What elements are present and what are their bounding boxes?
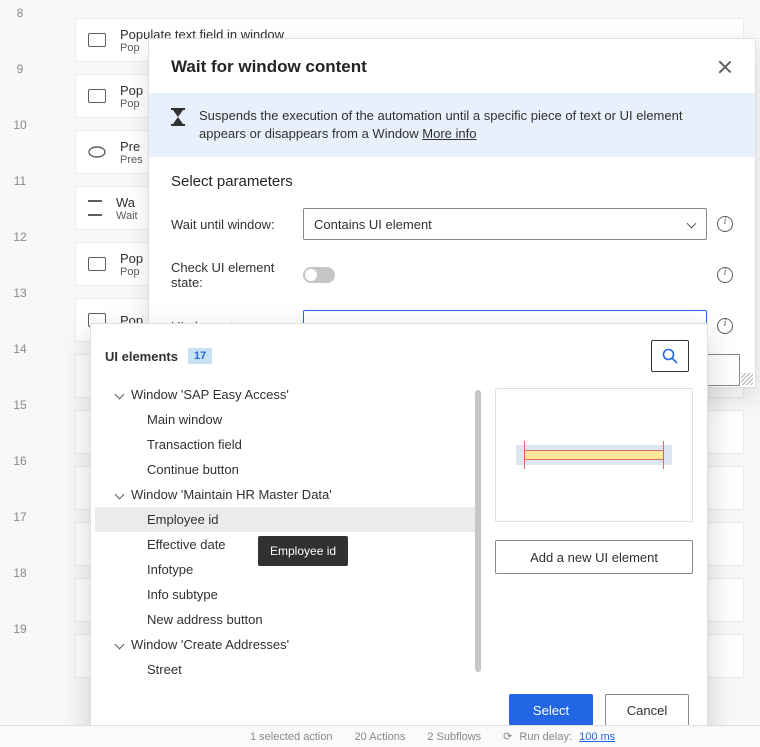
- line-number: 15: [0, 398, 40, 412]
- ui-element-tree[interactable]: Window 'SAP Easy Access' Main window Tra…: [95, 382, 481, 680]
- line-number: 16: [0, 454, 40, 468]
- action-title: Pop: [120, 251, 143, 266]
- tree-item[interactable]: Main window: [95, 407, 481, 432]
- line-number: 13: [0, 286, 40, 300]
- line-number: 12: [0, 230, 40, 244]
- window-icon: [88, 145, 106, 159]
- info-icon[interactable]: [717, 267, 733, 283]
- tree-item-label: Continue button: [147, 462, 239, 477]
- section-title: Select parameters: [171, 173, 733, 190]
- search-icon: [662, 348, 678, 364]
- ui-element-picker: UI elements 17 Window 'SAP Easy Access' …: [90, 323, 708, 741]
- chevron-down-icon: [115, 390, 125, 400]
- wait-until-label: Wait until window:: [171, 217, 303, 232]
- hourglass-icon: [171, 108, 185, 126]
- add-ui-element-button[interactable]: Add a new UI element: [495, 540, 693, 574]
- action-subtitle: Pop: [120, 266, 143, 278]
- picker-count-badge: 17: [188, 348, 212, 364]
- line-number-gutter: 8 9 10 11 12 13 14 15 16 17 18 19: [0, 0, 40, 747]
- status-subflows: 2 Subflows: [427, 731, 481, 743]
- chevron-down-icon: [115, 640, 125, 650]
- tree-item-label: Main window: [147, 412, 222, 427]
- check-state-toggle[interactable]: [303, 267, 335, 283]
- tree-item-label: Effective date: [147, 537, 226, 552]
- window-icon: [88, 33, 106, 47]
- chevron-down-icon: [686, 221, 696, 227]
- window-icon: [88, 257, 106, 271]
- wait-until-select[interactable]: Contains UI element: [303, 208, 707, 240]
- ui-element-preview: [495, 388, 693, 522]
- line-number: 9: [0, 62, 40, 76]
- tree-item[interactable]: Continue button: [95, 457, 481, 482]
- line-number: 17: [0, 510, 40, 524]
- tree-item-label: Info subtype: [147, 587, 218, 602]
- tree-item-label: Infotype: [147, 562, 193, 577]
- tree-item[interactable]: Transaction field: [95, 432, 481, 457]
- tree-group-label: Window 'Create Addresses': [131, 637, 289, 652]
- action-title: Pop: [120, 83, 143, 98]
- line-number: 14: [0, 342, 40, 356]
- more-info-link[interactable]: More info: [422, 126, 476, 141]
- status-selected: 1 selected action: [250, 731, 333, 743]
- tree-item-label: Street: [147, 662, 182, 677]
- tree-item-label: Transaction field: [147, 437, 242, 452]
- close-icon[interactable]: [717, 59, 733, 75]
- info-icon[interactable]: [717, 216, 733, 232]
- line-number: 8: [0, 6, 40, 20]
- action-title: Wa: [116, 195, 138, 210]
- dialog-title: Wait for window content: [171, 57, 367, 77]
- tree-group[interactable]: Window 'SAP Easy Access': [95, 382, 481, 407]
- tree-item-employee-id[interactable]: Employee id: [95, 507, 481, 532]
- check-state-label: Check UI element state:: [171, 260, 303, 290]
- line-number: 11: [0, 174, 40, 188]
- status-actions: 20 Actions: [355, 731, 406, 743]
- tree-item-label: Employee id: [147, 512, 219, 527]
- picker-title: UI elements: [105, 349, 178, 364]
- line-number: 10: [0, 118, 40, 132]
- tree-item[interactable]: Info subtype: [95, 582, 481, 607]
- status-bar: 1 selected action 20 Actions 2 Subflows …: [0, 725, 760, 747]
- action-title: Pre: [120, 139, 143, 154]
- info-icon[interactable]: [717, 318, 733, 334]
- tree-group[interactable]: Window 'Create Addresses': [95, 632, 481, 657]
- cancel-button[interactable]: Cancel: [605, 694, 689, 726]
- tree-group-label: Window 'SAP Easy Access': [131, 387, 289, 402]
- dialog-info-banner: Suspends the execution of the automation…: [149, 93, 755, 157]
- action-subtitle: Pres: [120, 154, 143, 166]
- search-button[interactable]: [651, 340, 689, 372]
- run-delay-label: Run delay:: [519, 731, 572, 743]
- wait-until-value: Contains UI element: [314, 217, 432, 232]
- hourglass-icon: [88, 200, 102, 216]
- tree-group[interactable]: Window 'Maintain HR Master Data': [95, 482, 481, 507]
- tree-item[interactable]: Street: [95, 657, 481, 680]
- action-subtitle: Pop: [120, 98, 143, 110]
- window-icon: [88, 89, 106, 103]
- status-run-delay: ⟳ Run delay: 100 ms: [503, 730, 615, 743]
- select-button[interactable]: Select: [509, 694, 593, 726]
- run-delay-value[interactable]: 100 ms: [579, 731, 615, 743]
- tooltip: Employee id: [258, 536, 348, 566]
- tree-group-label: Window 'Maintain HR Master Data': [131, 487, 332, 502]
- line-number: 18: [0, 566, 40, 580]
- resize-handle[interactable]: [741, 373, 753, 385]
- chevron-down-icon: [115, 490, 125, 500]
- action-subtitle: Wait: [116, 210, 138, 222]
- scrollbar[interactable]: [475, 390, 481, 672]
- tree-item-label: New address button: [147, 612, 263, 627]
- tree-item[interactable]: New address button: [95, 607, 481, 632]
- line-number: 19: [0, 622, 40, 636]
